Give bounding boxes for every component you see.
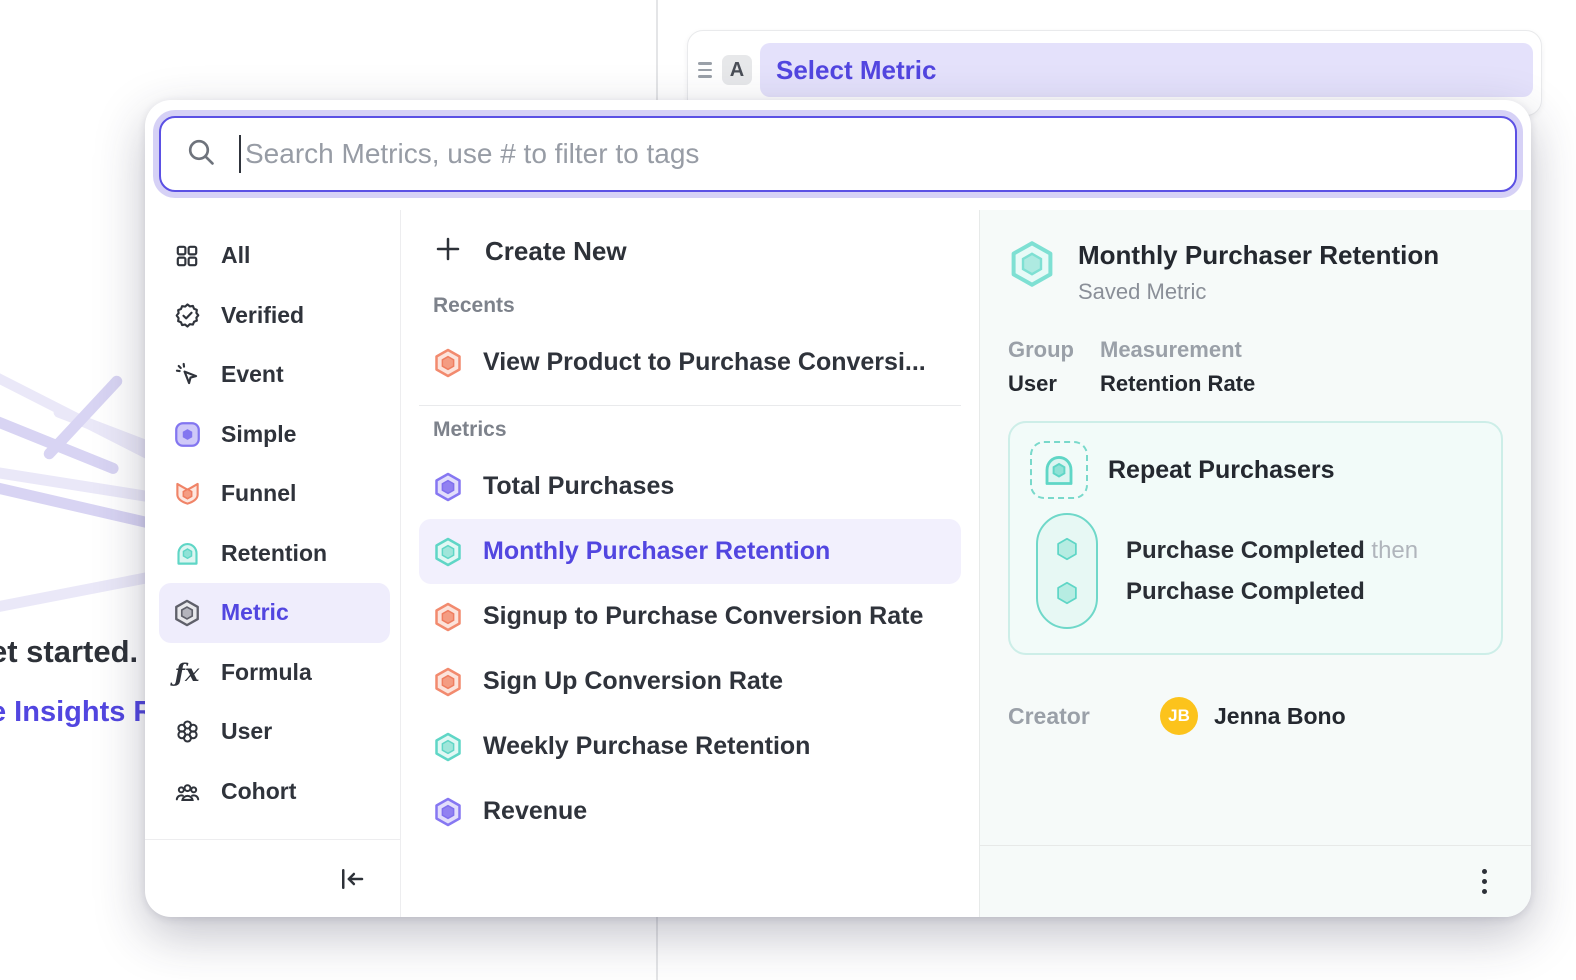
saved-definition-card: Repeat Purchasers [1008, 421, 1503, 655]
step-connector: then [1371, 537, 1418, 564]
sidebar-item-label: Metric [221, 599, 289, 626]
sidebar-item-label: Verified [221, 302, 304, 329]
step-2-label: Purchase Completed [1126, 571, 1418, 612]
sidebar-item-event[interactable]: Event [159, 345, 390, 405]
retention-metric-hexagon-icon [433, 537, 463, 567]
group-value: User [1008, 371, 1074, 397]
metric-list-item[interactable]: Signup to Purchase Conversion Rate [419, 584, 961, 649]
search-bar [159, 116, 1517, 192]
sidebar-item-user[interactable]: User [159, 702, 390, 762]
sidebar-item-label: User [221, 718, 272, 745]
filter-sidebar: All Verified [145, 210, 401, 917]
recent-item-label: View Product to Purchase Conversi... [483, 348, 926, 377]
metric-list-item[interactable]: Weekly Purchase Retention [419, 714, 961, 779]
metric-list-item-label: Monthly Purchaser Retention [483, 537, 830, 566]
group-field: Group User [1008, 337, 1074, 397]
sidebar-item-label: Cohort [221, 778, 296, 805]
sidebar-item-retention[interactable]: Retention [159, 524, 390, 584]
saved-metric-hexagon-icon [1008, 240, 1056, 305]
sidebar-footer [145, 839, 400, 917]
group-label: Group [1008, 337, 1074, 363]
sidebar-item-metric[interactable]: Metric [159, 583, 390, 643]
metric-list-item-label: Signup to Purchase Conversion Rate [483, 602, 923, 631]
decoration-line [41, 374, 124, 462]
sidebar-item-label: Event [221, 361, 284, 388]
funnel-metric-hexagon-icon [433, 602, 463, 632]
simple-icon [173, 420, 201, 448]
text-caret [239, 135, 241, 173]
recent-item[interactable]: View Product to Purchase Conversi... [419, 330, 961, 395]
simple-metric-hexagon-icon [433, 472, 463, 502]
sidebar-item-label: Funnel [221, 480, 296, 507]
background-heading: et started. [0, 634, 138, 670]
plus-icon [433, 234, 463, 269]
measurement-value: Retention Rate [1100, 371, 1255, 397]
metric-list-item-label: Sign Up Conversion Rate [483, 667, 783, 696]
funnel-metric-hexagon-icon [433, 348, 463, 378]
collapse-sidebar-icon[interactable] [332, 859, 372, 899]
sidebar-item-label: Simple [221, 421, 296, 448]
sidebar-item-simple[interactable]: Simple [159, 405, 390, 465]
repeat-purchasers-icon [1030, 441, 1088, 499]
metric-detail-title: Monthly Purchaser Retention [1078, 240, 1439, 271]
creator-row: Creator JB Jenna Bono [1008, 697, 1503, 735]
user-cluster-icon [173, 718, 201, 746]
sidebar-item-label: Retention [221, 540, 327, 567]
verified-seal-icon [173, 301, 201, 329]
metric-hexagon-icon [173, 599, 201, 627]
event-cursor-icon [173, 361, 201, 389]
recents-section-label: Recents [419, 294, 961, 318]
funnel-metric-hexagon-icon [433, 667, 463, 697]
sidebar-item-cohort[interactable]: Cohort [159, 762, 390, 822]
funnel-icon [173, 480, 201, 508]
sidebar-item-funnel[interactable]: Funnel [159, 464, 390, 524]
step-1-label: Purchase Completed [1126, 537, 1365, 564]
detail-footer [980, 845, 1531, 917]
list-divider [419, 405, 961, 406]
sidebar-item-label: All [221, 242, 250, 269]
formula-fx-icon: ƒx [173, 658, 201, 686]
simple-metric-hexagon-icon [433, 797, 463, 827]
creator-avatar: JB [1160, 697, 1198, 735]
grid-icon [173, 242, 201, 270]
saved-definition-title: Repeat Purchasers [1108, 456, 1335, 485]
metric-detail-panel: Monthly Purchaser Retention Saved Metric… [979, 210, 1531, 917]
sidebar-item-verified[interactable]: Verified [159, 286, 390, 346]
metric-list-item-selected[interactable]: Monthly Purchaser Retention [419, 519, 961, 584]
metric-list-item[interactable]: Revenue [419, 779, 961, 844]
sidebar-item-all[interactable]: All [159, 226, 390, 286]
metric-list-item-label: Total Purchases [483, 472, 674, 501]
metric-list-item[interactable]: Sign Up Conversion Rate [419, 649, 961, 714]
drag-handle-icon[interactable] [698, 62, 718, 78]
select-metric-button[interactable]: Select Metric [760, 43, 1533, 97]
retention-icon [173, 539, 201, 567]
funnel-steps-pill [1036, 513, 1098, 629]
step-hexagon-icon [1054, 580, 1080, 606]
metrics-section-label: Metrics [419, 418, 961, 442]
metric-list-item[interactable]: Total Purchases [419, 454, 961, 519]
select-metric-label: Select Metric [776, 55, 936, 86]
search-icon [185, 136, 217, 173]
series-badge: A [722, 55, 752, 85]
screen: et started. e Insights Re A Select Metri… [0, 0, 1576, 980]
creator-label: Creator [1008, 703, 1160, 730]
metric-detail-subtitle: Saved Metric [1078, 279, 1439, 305]
create-new-button[interactable]: Create New [419, 222, 961, 280]
metric-list-item-label: Revenue [483, 797, 587, 826]
measurement-label: Measurement [1100, 337, 1255, 363]
more-options-icon[interactable] [1474, 861, 1495, 902]
creator-name: Jenna Bono [1214, 703, 1346, 730]
measurement-field: Measurement Retention Rate [1100, 337, 1255, 397]
sidebar-item-label: Formula [221, 659, 312, 686]
sidebar-item-formula[interactable]: ƒx Formula [159, 643, 390, 703]
metric-selector-modal: All Verified [145, 100, 1531, 917]
step-hexagon-icon [1054, 536, 1080, 562]
retention-metric-hexagon-icon [433, 732, 463, 762]
search-input[interactable] [245, 138, 1515, 170]
create-new-label: Create New [485, 236, 627, 267]
cohort-people-icon [173, 777, 201, 805]
metrics-list-panel: Create New Recents View Product to Purch… [401, 210, 979, 917]
metric-list-item-label: Weekly Purchase Retention [483, 732, 810, 761]
